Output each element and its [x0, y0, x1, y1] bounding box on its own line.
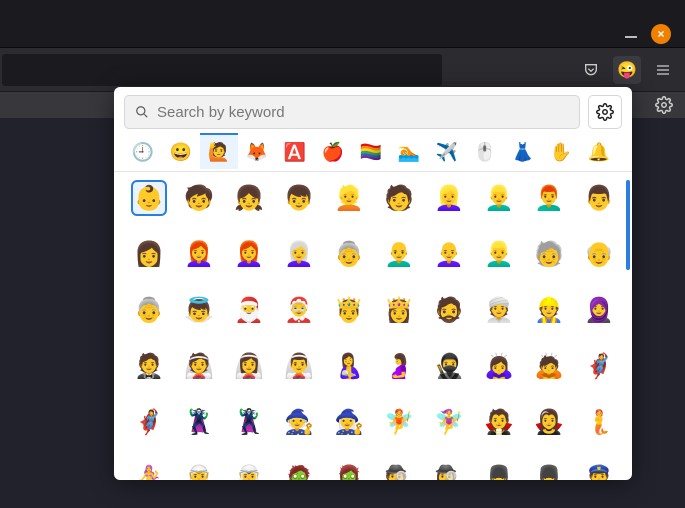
- emoji-cell[interactable]: 🧛‍♀️: [531, 404, 567, 440]
- category-tab-clothing[interactable]: 👗: [504, 135, 542, 169]
- category-tab-travel[interactable]: ✈️: [428, 135, 466, 169]
- emoji-cell[interactable]: 👰‍♂️: [281, 348, 317, 384]
- emoji-cell[interactable]: 🦹‍♀️: [231, 404, 267, 440]
- emoji-settings-button[interactable]: [588, 95, 622, 129]
- emoji-cell[interactable]: 🧝‍♀️: [231, 460, 267, 480]
- emoji-cell[interactable]: 🧟: [281, 460, 317, 480]
- emoji-cell[interactable]: 💂‍♀️: [531, 460, 567, 480]
- emoji-cell[interactable]: 🧔: [431, 292, 467, 328]
- emoji-cell[interactable]: 🧓: [531, 236, 567, 272]
- emoji-search-box[interactable]: [124, 95, 580, 129]
- emoji-cell[interactable]: 🦹: [181, 404, 217, 440]
- emoji-cell[interactable]: 👩: [131, 236, 167, 272]
- emoji-cell[interactable]: 🙇‍♀️: [481, 348, 517, 384]
- category-tab-food[interactable]: 🍎: [314, 135, 352, 169]
- emoji-picker-popup: 🕘😀🙋🦊🅰️🍎🏳️‍🌈🏊✈️🖱️👗✋🔔 👶 🧒 👧 👦 👱 🧑 👱‍♀️ 👱‍♂️ 👨‍🦰 👨 👩 👩…: [114, 87, 632, 480]
- emoji-cell[interactable]: 🙇: [531, 348, 567, 384]
- emoji-cell[interactable]: 👩‍🦰: [181, 236, 217, 272]
- emoji-cell[interactable]: 🧜: [581, 404, 617, 440]
- category-tab-people[interactable]: 🙋: [200, 135, 238, 169]
- search-icon: [135, 105, 149, 119]
- emoji-cell[interactable]: 🧟‍♀️: [331, 460, 367, 480]
- emoji-cell[interactable]: 👨‍🦲: [381, 236, 417, 272]
- emoji-cell[interactable]: 🦸: [581, 348, 617, 384]
- emoji-cell[interactable]: 🧕: [581, 292, 617, 328]
- emoji-cell[interactable]: 🧛: [481, 404, 517, 440]
- emoji-cell[interactable]: 👱: [331, 180, 367, 216]
- emoji-cell[interactable]: 👳: [481, 292, 517, 328]
- window-close-button[interactable]: ×: [651, 24, 671, 44]
- emoji-cell[interactable]: 👷: [531, 292, 567, 328]
- emoji-cell[interactable]: 🤵: [131, 348, 167, 384]
- category-tab-smileys[interactable]: 😀: [162, 135, 200, 169]
- emoji-cell[interactable]: 👴: [581, 236, 617, 272]
- browser-toolbar: 😜: [0, 48, 685, 92]
- category-tab-letters[interactable]: 🅰️: [276, 135, 314, 169]
- emoji-cell[interactable]: 🤰: [381, 348, 417, 384]
- gear-icon: [596, 103, 614, 121]
- emoji-cell[interactable]: 👨‍🦰: [531, 180, 567, 216]
- emoji-cell[interactable]: 🧒: [181, 180, 217, 216]
- emoji-cell[interactable]: 👱‍♂️: [481, 180, 517, 216]
- emoji-cell[interactable]: 🤱: [331, 348, 367, 384]
- toolbar-actions: 😜: [577, 56, 685, 84]
- emoji-cell[interactable]: 🕵️‍♀️: [431, 460, 467, 480]
- emoji-cell[interactable]: 🎅: [231, 292, 267, 328]
- emoji-cell[interactable]: 👮: [581, 460, 617, 480]
- emoji-search-row: [114, 87, 632, 135]
- emoji-cell[interactable]: 👵: [331, 236, 367, 272]
- emoji-cell[interactable]: 👨: [581, 180, 617, 216]
- emoji-grid-container: 👶 🧒 👧 👦 👱 🧑 👱‍♀️ 👱‍♂️ 👨‍🦰 👨 👩 👩‍🦰 👩‍🦰 👩‍🦳 👵 👨‍🦲 👩‍🦲 👱‍♂️ 🧓…: [114, 172, 632, 480]
- window-titlebar: ×: [0, 0, 685, 48]
- emoji-cell[interactable]: 🧑: [381, 180, 417, 216]
- emoji-cell[interactable]: 🤴: [331, 292, 367, 328]
- emoji-cell[interactable]: 🧙‍♀️: [331, 404, 367, 440]
- emoji-cell[interactable]: 👦: [281, 180, 317, 216]
- emoji-cell[interactable]: 👩‍🦰: [231, 236, 267, 272]
- emoji-cell[interactable]: 👱‍♂️: [481, 236, 517, 272]
- emoji-cell[interactable]: 👧: [231, 180, 267, 216]
- category-tab-recent[interactable]: 🕘: [124, 135, 162, 169]
- emoji-cell[interactable]: 👱‍♀️: [431, 180, 467, 216]
- emoji-cell[interactable]: 👰‍♀️: [231, 348, 267, 384]
- emoji-cell[interactable]: 🧝: [181, 460, 217, 480]
- pocket-icon[interactable]: [577, 56, 605, 84]
- emoji-cell[interactable]: 👼: [181, 292, 217, 328]
- emoji-grid-scrollbar[interactable]: [626, 180, 630, 270]
- emoji-grid: 👶 🧒 👧 👦 👱 🧑 👱‍♀️ 👱‍♂️ 👨‍🦰 👨 👩 👩‍🦰 👩‍🦰 👩‍🦳 👵 👨‍🦲 👩‍🦲 👱‍♂️ 🧓…: [128, 180, 620, 480]
- hamburger-menu-icon[interactable]: [649, 56, 677, 84]
- category-tab-animals[interactable]: 🦊: [238, 135, 276, 169]
- emoji-cell[interactable]: 👸: [381, 292, 417, 328]
- emoji-cell[interactable]: 👵: [131, 292, 167, 328]
- emoji-cell[interactable]: 👰: [181, 348, 217, 384]
- emoji-category-tabs: 🕘😀🙋🦊🅰️🍎🏳️‍🌈🏊✈️🖱️👗✋🔔: [114, 135, 632, 172]
- emoji-cell[interactable]: 🕵️: [381, 460, 417, 480]
- category-tab-flags[interactable]: 🏳️‍🌈: [352, 135, 390, 169]
- emoji-cell[interactable]: 👩‍🦲: [431, 236, 467, 272]
- emoji-cell[interactable]: 👩‍🦳: [281, 236, 317, 272]
- emoji-cell[interactable]: 🦸‍♀️: [131, 404, 167, 440]
- emoji-search-input[interactable]: [157, 104, 569, 121]
- page-settings-icon[interactable]: [655, 96, 673, 114]
- category-tab-body[interactable]: ✋: [542, 135, 580, 169]
- emoji-cell[interactable]: 🧚: [381, 404, 417, 440]
- emoji-cell[interactable]: 🧚‍♀️: [431, 404, 467, 440]
- category-tab-objects[interactable]: 🖱️: [466, 135, 504, 169]
- emoji-cell[interactable]: 🥷: [431, 348, 467, 384]
- emoji-cell[interactable]: 👶: [131, 180, 167, 216]
- window-minimize-button[interactable]: [625, 36, 637, 38]
- emoji-cell[interactable]: 💂: [481, 460, 517, 480]
- emoji-cell[interactable]: 🤶: [281, 292, 317, 328]
- emoji-extension-button[interactable]: 😜: [613, 56, 641, 84]
- emoji-cell[interactable]: 🧜‍♀️: [131, 460, 167, 480]
- url-bar[interactable]: [2, 54, 442, 86]
- category-tab-activity[interactable]: 🏊: [390, 135, 428, 169]
- window-controls: ×: [625, 24, 671, 44]
- emoji-cell[interactable]: 🧙: [281, 404, 317, 440]
- category-tab-symbols[interactable]: 🔔: [580, 135, 618, 169]
